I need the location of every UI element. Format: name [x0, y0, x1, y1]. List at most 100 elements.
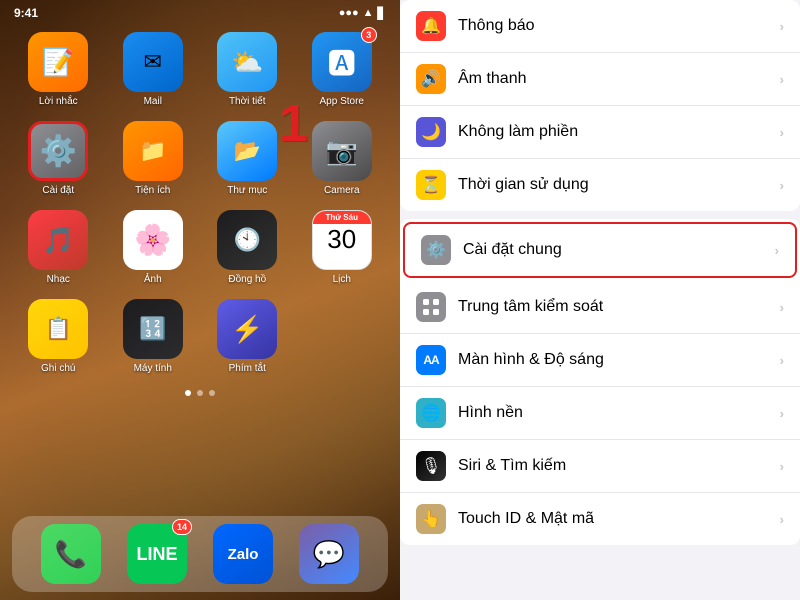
tgsd-chevron: › [780, 178, 784, 193]
clock-symbol: 🕙 [234, 227, 261, 253]
app-label-mail: Mail [144, 96, 162, 107]
shortcuts-symbol: ⚡ [231, 314, 263, 345]
moon-icon: 🌙 [421, 122, 441, 142]
tgsd-icon: ⏳ [416, 170, 446, 200]
app-icon-utilities: 📁 [123, 121, 183, 181]
app-weather[interactable]: ⛅ Thời tiết [207, 32, 288, 107]
step-1-number: 1 [279, 98, 308, 150]
app-camera[interactable]: 📷 Camera [302, 121, 383, 196]
app-icon-camera: 📷 [312, 121, 372, 181]
notes-symbol: 📋 [45, 316, 72, 342]
settings-group-2: ⚙️ Cài đặt chung › 2 Trung tâm kiểm s [400, 219, 800, 545]
app-label-files: Thư mục [227, 185, 267, 196]
am-thanh-icon: 🔊 [416, 64, 446, 94]
settings-cai-dat-chung[interactable]: ⚙️ Cài đặt chung › [403, 222, 797, 278]
app-label-shortcuts: Phím tắt [229, 363, 266, 374]
hn-chevron: › [780, 406, 784, 421]
settings-thoi-gian-su-dung[interactable]: ⏳ Thời gian sử dụng › [400, 159, 800, 211]
app-icon-calendar: Thứ Sáu 30 [312, 210, 372, 270]
app-mail[interactable]: ✉ Mail [113, 32, 194, 107]
app-clock[interactable]: 🕙 Đồng hồ [207, 210, 288, 285]
app-icon-shortcuts: ⚡ [217, 299, 277, 359]
ttks-icon [416, 292, 446, 322]
klp-icon: 🌙 [416, 117, 446, 147]
tgsd-label: Thời gian sử dụng [458, 176, 780, 194]
app-label-appstore: App Store [320, 96, 364, 107]
settings-trung-tam[interactable]: Trung tâm kiểm soát › [400, 281, 800, 334]
settings-hinh-nen[interactable]: 🌐 Hình nền › [400, 387, 800, 440]
siri-label: Siri & Tìm kiếm [458, 457, 780, 475]
app-label-notes: Ghi chú [41, 363, 75, 374]
app-label-calculator: Máy tính [134, 363, 172, 374]
app-reminders[interactable]: 📝 Lời nhắc [18, 32, 99, 107]
dock-icon-phone: 📞 [41, 524, 101, 584]
hn-label: Hình nền [458, 404, 780, 422]
app-label-photos: Ảnh [144, 274, 162, 285]
settings-am-thanh[interactable]: 🔊 Âm thanh › [400, 53, 800, 106]
touchid-chevron: › [780, 512, 784, 527]
wifi-icon: ▲ [363, 7, 374, 19]
am-thanh-label: Âm thanh [458, 70, 780, 88]
app-utilities[interactable]: 📁 Tiện ích [113, 121, 194, 196]
status-time: 9:41 [14, 6, 38, 20]
dock-messenger[interactable]: 💬 [299, 524, 359, 584]
app-shortcuts[interactable]: ⚡ Phím tắt [207, 299, 288, 374]
app-icon-settings: ⚙️ [28, 121, 88, 181]
app-icon-music: 🎵 [28, 210, 88, 270]
app-music[interactable]: 🎵 Nhạc [18, 210, 99, 285]
app-icon-weather: ⛅ [217, 32, 277, 92]
touchid-icon: 👆 [416, 504, 446, 534]
app-photos[interactable]: 🌸 Ảnh [113, 210, 194, 285]
app-label-weather: Thời tiết [229, 96, 266, 107]
settings-man-hinh[interactable]: AA Màn hình & Độ sáng › [400, 334, 800, 387]
mail-symbol: ✉ [144, 49, 162, 75]
dock-zalo[interactable]: Zalo [213, 524, 273, 584]
dock-line[interactable]: LINE 14 [127, 524, 187, 584]
photos-symbol: 🌸 [134, 223, 171, 258]
cai-dat-chung-wrap: ⚙️ Cài đặt chung › 2 [400, 222, 800, 278]
dock-icon-zalo: Zalo [213, 524, 273, 584]
app-appstore[interactable]: 🅰 3 App Store [302, 32, 383, 107]
settings-siri[interactable]: 🎙 Siri & Tìm kiếm › [400, 440, 800, 493]
app-calculator[interactable]: 🔢 Máy tính [113, 299, 194, 374]
touchid-label: Touch ID & Mật mã [458, 510, 780, 528]
app-label-utilities: Tiện ích [135, 185, 170, 196]
app-icon-reminders: 📝 [28, 32, 88, 92]
siri-chevron: › [780, 459, 784, 474]
app-files[interactable]: 📂 Thư mục [207, 121, 288, 196]
app-icon-files: 📂 [217, 121, 277, 181]
mh-label: Màn hình & Độ sáng [458, 351, 780, 369]
app-icon-mail: ✉ [123, 32, 183, 92]
app-calendar[interactable]: Thứ Sáu 30 Lịch [302, 210, 383, 285]
dock: 📞 LINE 14 Zalo 💬 [12, 516, 388, 592]
app-notes[interactable]: 📋 Ghi chú [18, 299, 99, 374]
dock-phone[interactable]: 📞 [41, 524, 101, 584]
phone-symbol: 📞 [55, 539, 87, 570]
status-icons: ●●● ▲ ▋ [339, 7, 386, 20]
fingerprint-icon: 👆 [421, 509, 441, 529]
appstore-badge: 3 [361, 27, 377, 43]
app-label-reminders: Lời nhắc [39, 96, 78, 107]
thong-bao-icon: 🔔 [416, 11, 446, 41]
weather-symbol: ⛅ [231, 47, 263, 78]
battery-icon: ▋ [378, 7, 386, 20]
signal-icon: ●●● [339, 7, 359, 19]
hn-icon: 🌐 [416, 398, 446, 428]
app-settings[interactable]: ⚙️ Cài đặt [18, 121, 99, 196]
zalo-symbol: Zalo [228, 546, 259, 563]
right-panel: 🔔 Thông báo › 🔊 Âm thanh › 🌙 Không làm p… [400, 0, 800, 600]
app-icon-calculator: 🔢 [123, 299, 183, 359]
settings-khong-lam-phien[interactable]: 🌙 Không làm phiền › [400, 106, 800, 159]
settings-touch-id[interactable]: 👆 Touch ID & Mật mã › [400, 493, 800, 545]
hourglass-icon: ⏳ [421, 175, 441, 195]
klp-label: Không làm phiền [458, 123, 780, 141]
app-label-music: Nhạc [47, 274, 70, 285]
messenger-symbol: 💬 [313, 539, 345, 570]
settings-thong-bao[interactable]: 🔔 Thông báo › [400, 0, 800, 53]
app-icon-clock: 🕙 [217, 210, 277, 270]
thong-bao-label: Thông báo [458, 17, 780, 35]
mh-chevron: › [780, 353, 784, 368]
am-thanh-chevron: › [780, 72, 784, 87]
line-badge: 14 [172, 519, 192, 535]
reminders-symbol: 📝 [42, 47, 74, 78]
